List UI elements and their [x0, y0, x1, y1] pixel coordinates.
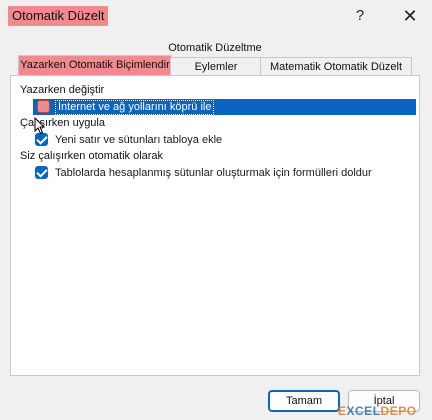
- section-label-replace: Yazarken değiştir: [20, 84, 105, 96]
- exceldepo-logo: EXCELDEPO: [338, 404, 417, 418]
- option-label: İnternet ve ağ yollarını köprü ile: [55, 100, 215, 115]
- dialog-title: Otomatik Düzelt: [8, 6, 109, 26]
- section-label-automatically: Siz çalışırken otomatik olarak: [20, 150, 164, 162]
- help-icon[interactable]: ?: [345, 4, 375, 28]
- ok-button[interactable]: Tamam: [268, 390, 340, 412]
- checkbox-fill-formulas[interactable]: [35, 166, 48, 179]
- tab-actions[interactable]: Eylemler: [170, 57, 262, 76]
- tab-panel: Yazarken değiştir İnternet ve ağ yolları…: [10, 75, 420, 376]
- mouse-cursor-icon: [34, 117, 46, 135]
- tab-autoformat-as-you-type[interactable]: Yazarken Otomatik Biçimlendir: [18, 55, 172, 75]
- section-label-apply: Çalışırken uygula: [20, 117, 105, 129]
- close-icon[interactable]: ✕: [395, 4, 425, 28]
- option-internet-hyperlinks[interactable]: İnternet ve ağ yollarını köprü ile: [33, 99, 416, 115]
- autocorrect-dialog: Otomatik Düzelt ? ✕ Otomatik Düzeltme Ya…: [0, 0, 432, 420]
- option-label: Tablolarda hesaplanmış sütunlar oluşturm…: [55, 167, 372, 179]
- checkbox-internet-hyperlinks[interactable]: [37, 100, 50, 113]
- title-bar: Otomatik Düzelt ? ✕: [0, 0, 432, 32]
- tab-math-autocorrect[interactable]: Matematik Otomatik Düzelt: [260, 57, 412, 76]
- option-label: Yeni satır ve sütunları tabloya ekle: [55, 134, 223, 146]
